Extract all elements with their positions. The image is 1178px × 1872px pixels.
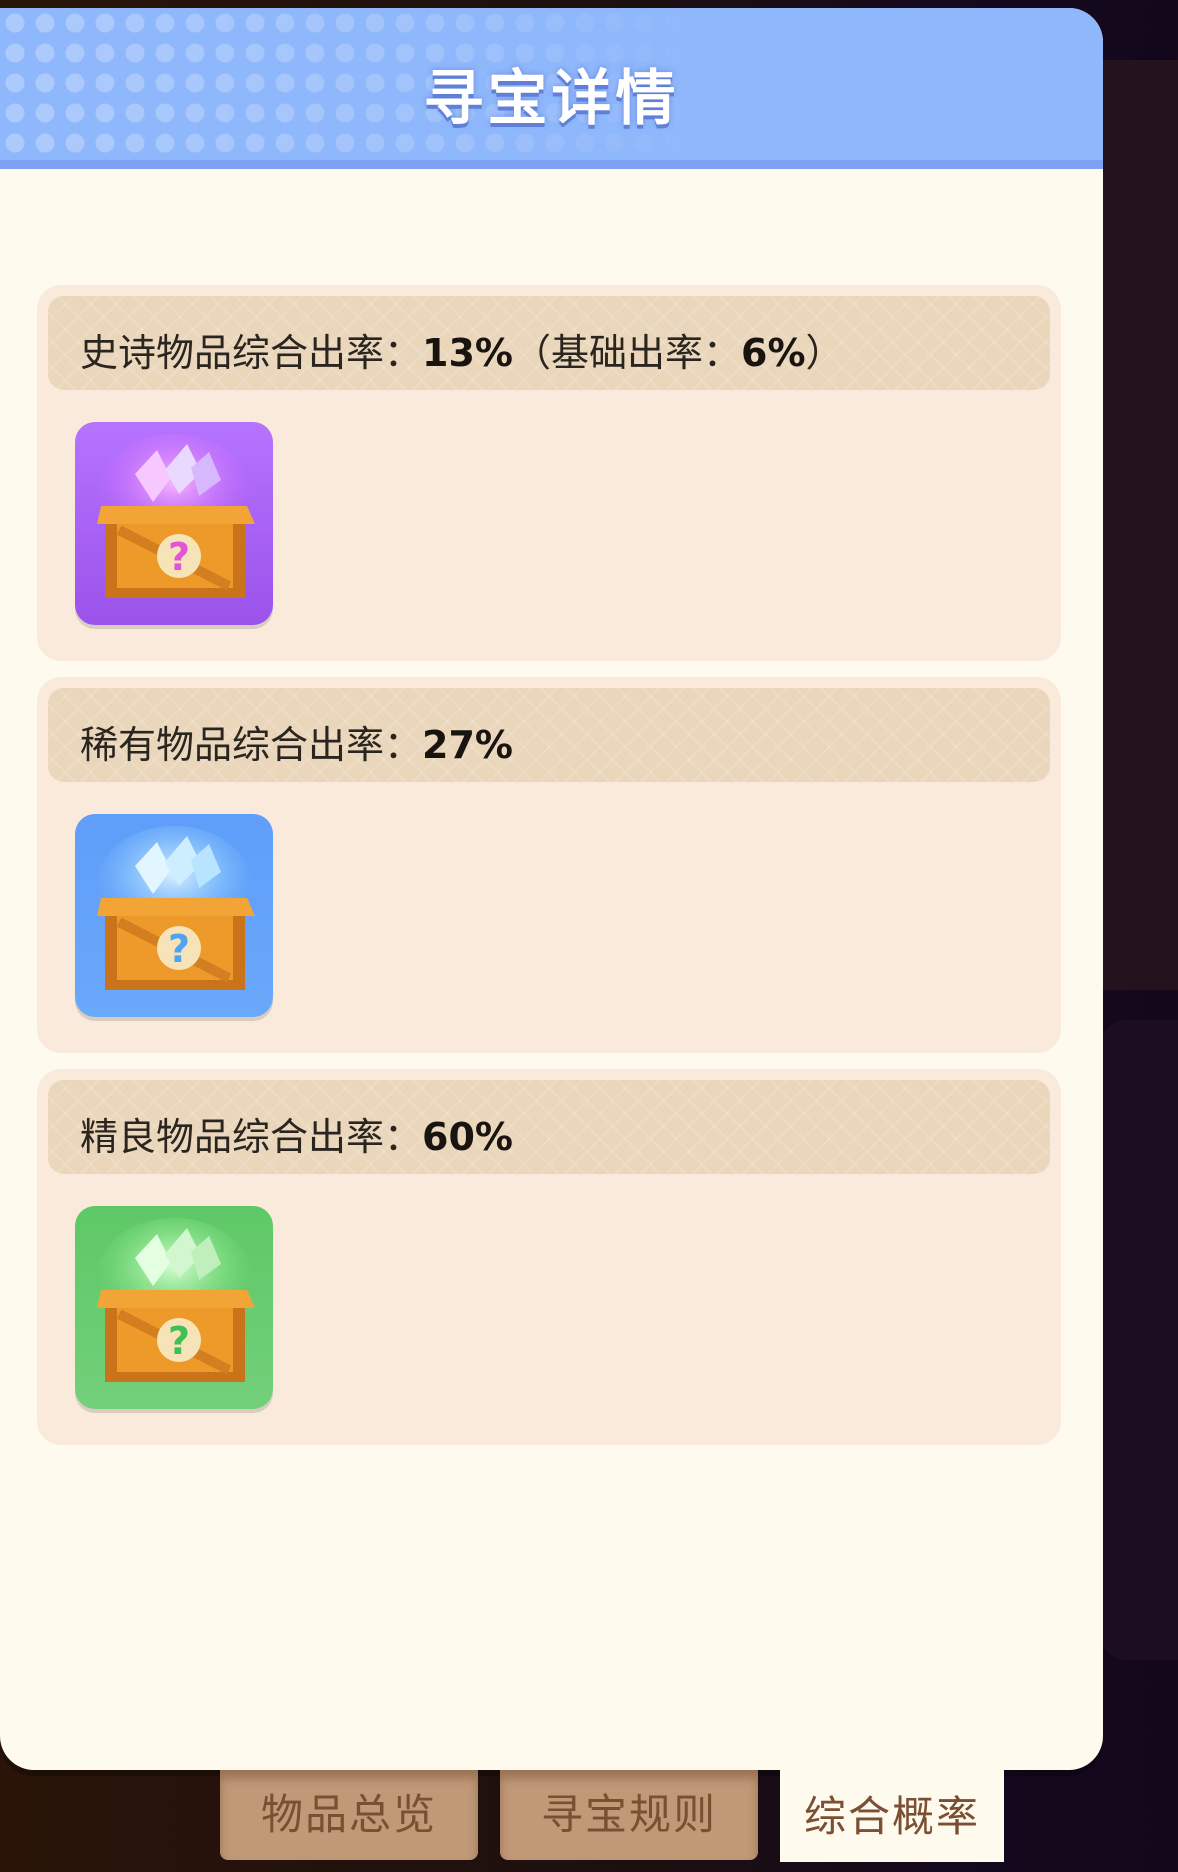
- epic-rate-bar: 史诗物品综合出率：13%（基础出率：6%）: [48, 296, 1050, 390]
- epic-base-rate-value: 6%: [741, 331, 806, 375]
- fine-rate-label: 精良物品综合出率：: [80, 1115, 423, 1159]
- epic-base-rate-open: （基础出率：: [512, 331, 741, 375]
- panel-title: 寻宝详情: [423, 64, 680, 134]
- rare-rate-value: 27%: [422, 723, 513, 767]
- epic-rate-label: 史诗物品综合出率：: [80, 331, 423, 375]
- rare-rate-section: 稀有物品综合出率：27% ?: [37, 677, 1061, 1053]
- green-mystery-crate-icon[interactable]: ?: [75, 1206, 273, 1409]
- epic-rate-section: 史诗物品综合出率：13%（基础出率：6%） ?: [37, 285, 1061, 661]
- purple-mystery-crate-icon[interactable]: ?: [75, 422, 273, 625]
- svg-text:?: ?: [168, 927, 190, 971]
- fine-rate-bar: 精良物品综合出率：60%: [48, 1080, 1050, 1174]
- treasure-details-panel: 寻宝详情 史诗物品综合出率：13%（基础出率：6%） ? 稀有物品综合出率：27…: [0, 8, 1103, 1770]
- rare-rate-text: 稀有物品综合出率：27%: [80, 714, 513, 769]
- rare-rate-bar: 稀有物品综合出率：27%: [48, 688, 1050, 782]
- svg-text:?: ?: [168, 535, 190, 579]
- epic-base-rate-close: ）: [805, 331, 844, 375]
- panel-header: 寻宝详情: [0, 8, 1103, 169]
- tab-overall-rates[interactable]: 综合概率: [780, 1762, 1004, 1862]
- tab-hunt-rules[interactable]: 寻宝规则: [500, 1770, 758, 1860]
- fine-rate-text: 精良物品综合出率：60%: [80, 1106, 513, 1161]
- blue-mystery-crate-icon[interactable]: ?: [75, 814, 273, 1017]
- epic-rate-value: 13%: [422, 331, 513, 375]
- epic-rate-text: 史诗物品综合出率：13%（基础出率：6%）: [80, 322, 844, 377]
- svg-text:?: ?: [168, 1319, 190, 1363]
- fine-rate-value: 60%: [422, 1115, 513, 1159]
- tab-item-overview[interactable]: 物品总览: [220, 1770, 478, 1860]
- fine-rate-section: 精良物品综合出率：60% ?: [37, 1069, 1061, 1445]
- background-panel-right-lower: [1100, 1020, 1178, 1660]
- rare-rate-label: 稀有物品综合出率：: [80, 723, 423, 767]
